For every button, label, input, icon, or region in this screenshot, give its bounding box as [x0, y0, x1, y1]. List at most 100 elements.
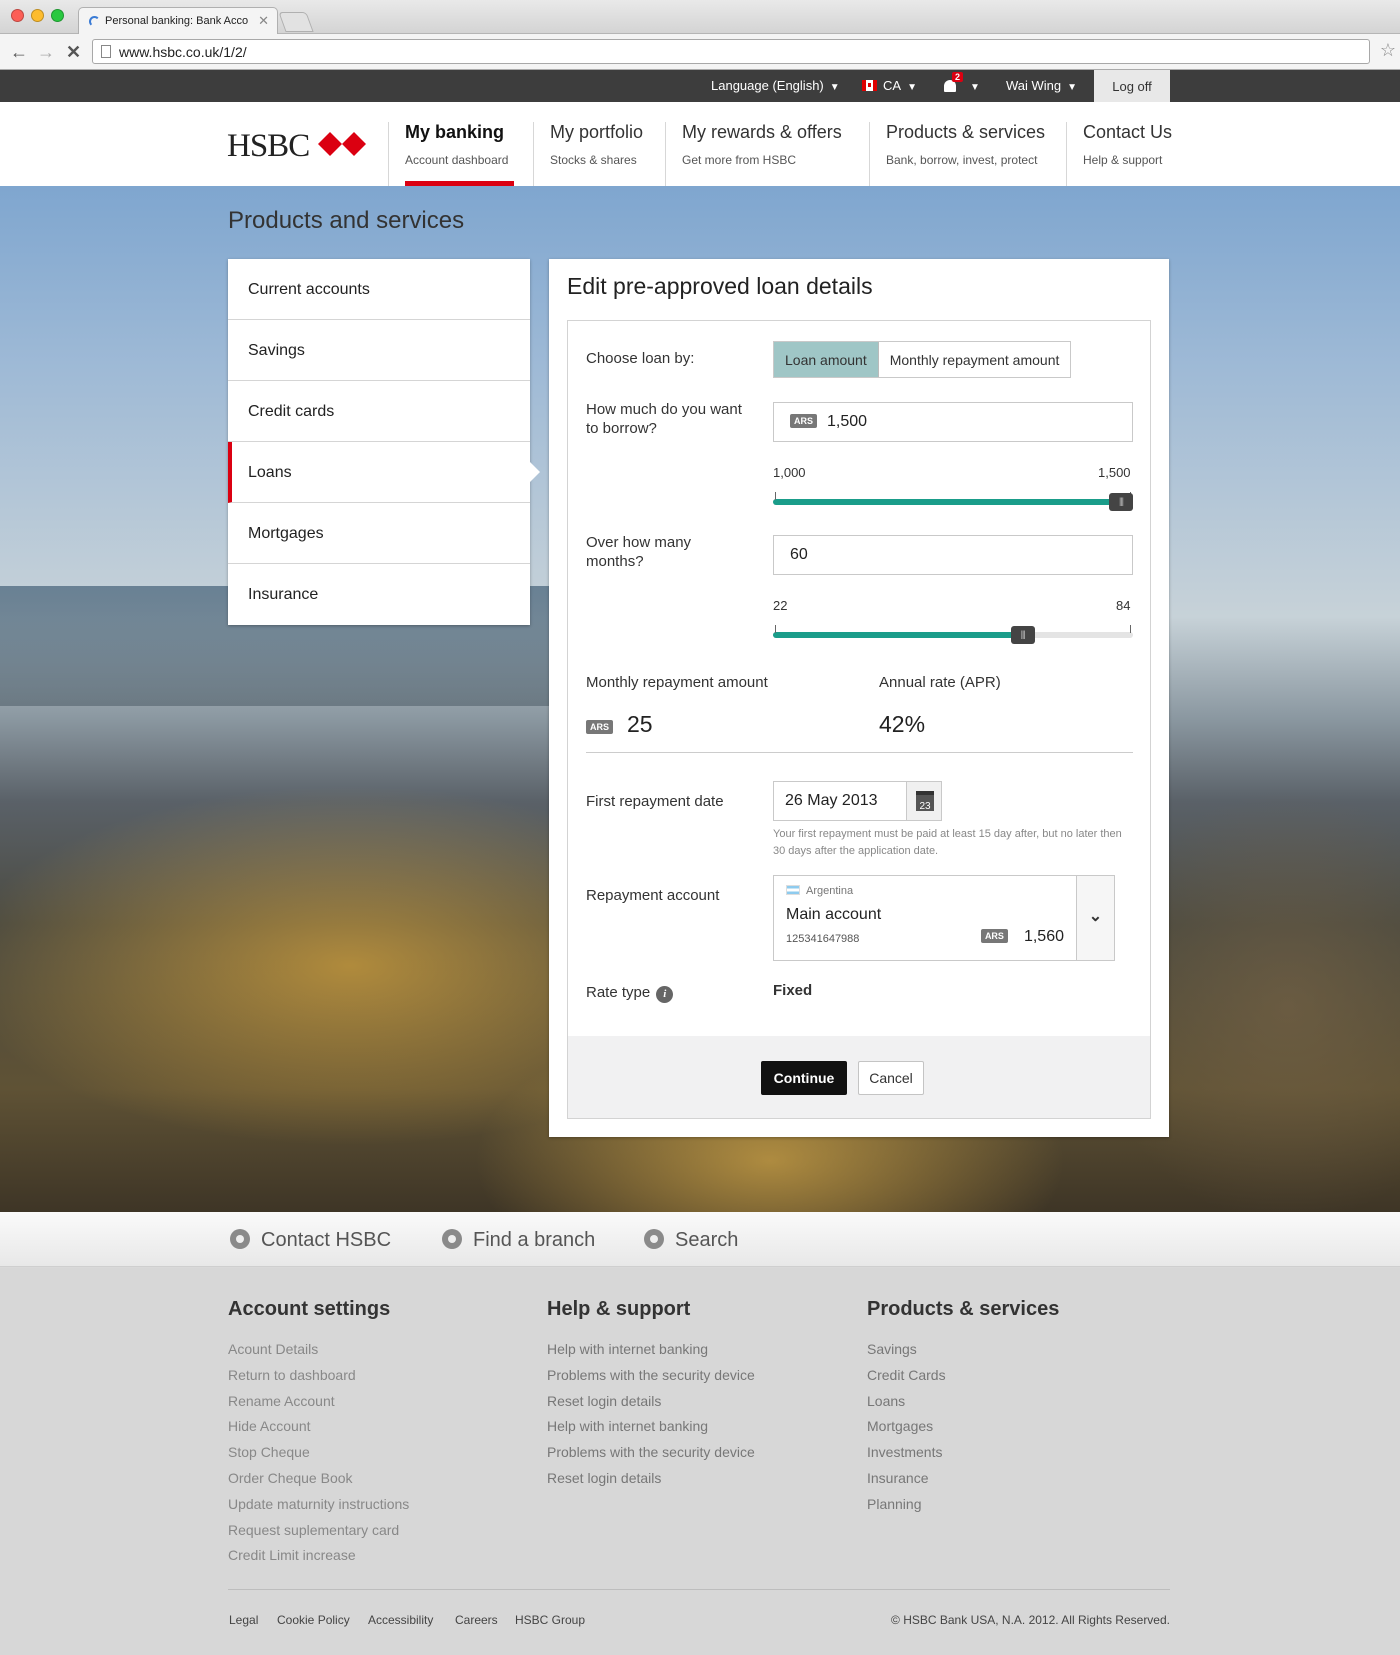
footer-link[interactable]: Mortgages	[867, 1414, 1059, 1440]
months-input[interactable]: 60	[773, 535, 1133, 575]
rate-type-value: Fixed	[773, 982, 813, 999]
bell-icon: 2	[944, 72, 964, 92]
canada-flag-icon	[862, 80, 877, 91]
borrow-slider-handle[interactable]: |||	[1109, 493, 1133, 511]
footer-link[interactable]: Reset login details	[547, 1466, 755, 1492]
nav-title: My portfolio	[550, 122, 644, 142]
window-zoom-button[interactable]	[51, 9, 64, 22]
footer-link[interactable]: Loans	[867, 1389, 1059, 1415]
footer-link[interactable]: Order Cheque Book	[228, 1466, 409, 1492]
first-repayment-date-input[interactable]: 26 May 2013	[773, 781, 907, 821]
footer-link[interactable]: Request suplementary card	[228, 1518, 409, 1544]
borrow-amount-input[interactable]: ARS 1,500	[773, 402, 1133, 442]
footer-link[interactable]: Problems with the security device	[547, 1440, 755, 1466]
loading-spinner-icon	[89, 16, 100, 27]
page-icon	[101, 45, 111, 58]
side-item-mortgages[interactable]: Mortgages	[228, 503, 530, 564]
currency-badge: ARS	[980, 929, 1008, 943]
cookie-policy-link[interactable]: Cookie Policy	[277, 1613, 350, 1627]
tab-close-icon[interactable]: ✕	[258, 13, 269, 29]
window-minimize-button[interactable]	[31, 9, 44, 22]
side-item-insurance[interactable]: Insurance	[228, 564, 530, 625]
page-title: Products and services	[228, 207, 465, 234]
borrow-slider-track[interactable]: |||	[773, 492, 1133, 511]
footer-link[interactable]: Credit Limit increase	[228, 1543, 409, 1569]
user-name: Wai Wing	[1006, 78, 1062, 93]
nav-my-portfolio[interactable]: My portfolio Stocks & shares	[533, 122, 663, 186]
location-pin-icon	[442, 1229, 462, 1249]
footer-link[interactable]: Acount Details	[228, 1337, 409, 1363]
chevron-down-icon: ▼	[1067, 82, 1078, 93]
apr-value: 42%	[879, 711, 926, 737]
hsbc-group-link[interactable]: HSBC Group	[515, 1613, 585, 1627]
footer-link[interactable]: Help with internet banking	[547, 1337, 755, 1363]
footer-link[interactable]: Planning	[867, 1492, 1059, 1518]
footer-link[interactable]: Stop Cheque	[228, 1440, 409, 1466]
quick-links-bar: Contact HSBC Find a branch Search	[0, 1212, 1400, 1267]
address-bar[interactable]: www.hsbc.co.uk/1/2/	[92, 39, 1370, 64]
notifications-button[interactable]: 2 ▼	[944, 72, 980, 93]
contact-hsbc-link[interactable]: Contact HSBC	[230, 1229, 391, 1252]
nav-products-services[interactable]: Products & services Bank, borrow, invest…	[869, 122, 1059, 186]
months-slider-track[interactable]: |||	[773, 625, 1133, 644]
footer-link[interactable]: Reset login details	[547, 1389, 755, 1415]
months-slider-handle[interactable]: |||	[1010, 626, 1035, 644]
nav-my-rewards[interactable]: My rewards & offers Get more from HSBC	[665, 122, 865, 186]
log-off-button[interactable]: Log off	[1094, 70, 1170, 102]
side-item-current-accounts[interactable]: Current accounts	[228, 259, 530, 320]
country-label: CA	[883, 78, 902, 93]
hsbc-hexagon-logo-icon	[318, 132, 366, 156]
new-tab-button[interactable]	[278, 12, 314, 32]
footer-link[interactable]: Credit Cards	[867, 1363, 1059, 1389]
search-link[interactable]: Search	[644, 1229, 738, 1252]
side-item-loans[interactable]: Loans	[228, 442, 540, 503]
cancel-button[interactable]: Cancel	[858, 1061, 924, 1095]
calendar-button[interactable]: 23	[906, 781, 942, 821]
footer-link[interactable]: Update maturnity instructions	[228, 1492, 409, 1518]
side-item-credit-cards[interactable]: Credit cards	[228, 381, 530, 442]
chevron-down-icon[interactable]: ⌄	[1076, 876, 1114, 960]
account-name: Main account	[786, 906, 882, 923]
find-branch-link[interactable]: Find a branch	[442, 1229, 595, 1252]
nav-subtitle: Account dashboard	[405, 153, 509, 167]
loan-amount-option[interactable]: Loan amount	[774, 342, 879, 377]
footer-link[interactable]: Rename Account	[228, 1389, 409, 1415]
account-balance-value: 1,560	[1023, 928, 1064, 945]
accessibility-link[interactable]: Accessibility	[368, 1613, 433, 1627]
choose-loan-label: Choose loan by:	[586, 350, 695, 367]
legal-link[interactable]: Legal	[229, 1613, 258, 1627]
side-item-savings[interactable]: Savings	[228, 320, 530, 381]
tab-title: Personal banking: Bank Acco	[105, 15, 249, 27]
repayment-account-select[interactable]: Argentina Main account 125341647988 ARS 1…	[773, 875, 1115, 961]
monthly-repayment-option[interactable]: Monthly repayment amount	[879, 342, 1071, 377]
footer-column-help-support: Help & support Help with internet bankin…	[547, 1298, 755, 1492]
rate-type-label: Rate type i	[586, 983, 674, 1003]
repayment-account-label: Repayment account	[586, 887, 720, 904]
window-close-button[interactable]	[11, 9, 24, 22]
footer-link[interactable]: Return to dashboard	[228, 1363, 409, 1389]
back-arrow-icon[interactable]: ←	[10, 42, 28, 63]
copyright-text: © HSBC Bank USA, N.A. 2012. All Rights R…	[891, 1613, 1170, 1627]
bookmark-star-icon[interactable]: ☆	[1380, 40, 1396, 61]
language-selector[interactable]: Language (English) ▼	[711, 78, 840, 93]
footer-link[interactable]: Problems with the security device	[547, 1363, 755, 1389]
footer-link[interactable]: Savings	[867, 1337, 1059, 1363]
footer-link[interactable]: Help with internet banking	[547, 1414, 755, 1440]
footer-link[interactable]: Investments	[867, 1440, 1059, 1466]
footer-link[interactable]: Insurance	[867, 1466, 1059, 1492]
nav-contact-us[interactable]: Contact Us Help & support	[1066, 122, 1176, 186]
careers-link[interactable]: Careers	[455, 1613, 498, 1627]
monthly-repayment-label: Monthly repayment amount	[586, 674, 768, 691]
forward-arrow-icon[interactable]: →	[37, 42, 55, 63]
hsbc-logo-text[interactable]: HSBC	[227, 128, 310, 165]
continue-button[interactable]: Continue	[761, 1061, 847, 1095]
months-max-label: 84	[1116, 598, 1131, 613]
nav-my-banking[interactable]: My banking Account dashboard	[388, 122, 514, 186]
info-icon[interactable]: i	[656, 986, 674, 1003]
footer-link[interactable]: Hide Account	[228, 1414, 409, 1440]
browser-tab[interactable]: Personal banking: Bank Acco ✕	[78, 7, 278, 34]
country-selector[interactable]: CA ▼	[862, 78, 917, 93]
stop-loading-icon[interactable]: ✕	[66, 42, 81, 63]
user-menu[interactable]: Wai Wing ▼	[1006, 78, 1077, 93]
months-slider-fill	[773, 632, 1023, 638]
